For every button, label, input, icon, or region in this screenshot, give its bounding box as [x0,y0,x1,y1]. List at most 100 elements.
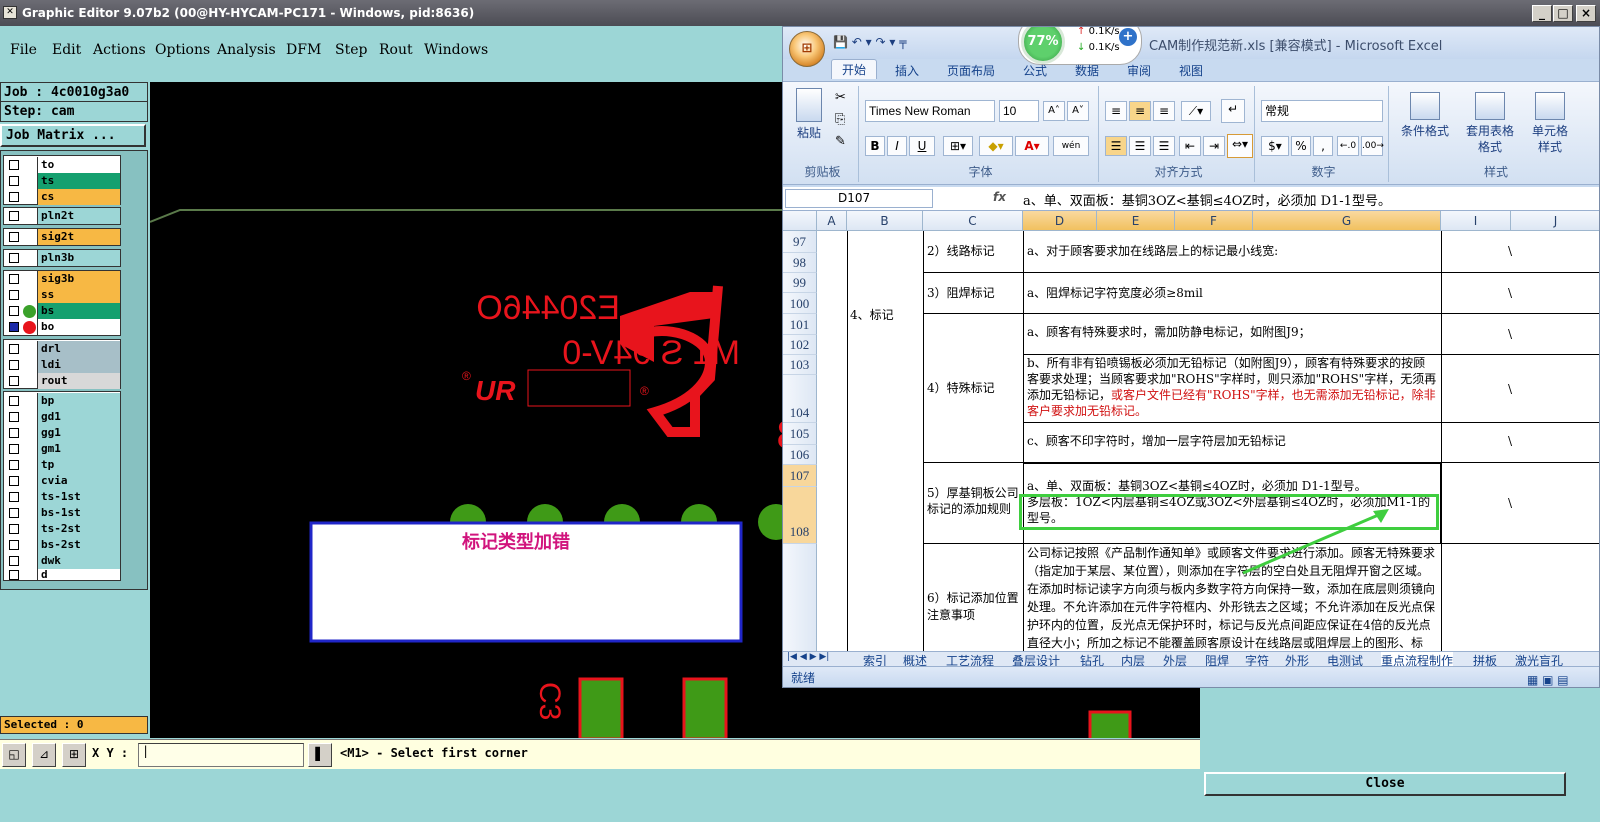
layer-row[interactable]: bo [4,319,120,335]
comma-button[interactable]: , [1313,136,1333,156]
layer-name[interactable]: bs-2st [37,537,120,553]
column-header[interactable]: F [1175,211,1253,231]
grow-font-button[interactable]: A˄ [1043,101,1065,121]
layer-checkbox[interactable] [9,376,19,386]
align-left-button[interactable]: ☰ [1105,136,1127,156]
cell-i107[interactable]: \ [1441,463,1599,544]
menu-step[interactable]: Step [335,42,367,58]
cell-i101[interactable]: \ [1441,314,1599,355]
row-header[interactable]: 105 [783,423,817,445]
align-middle-button[interactable]: ≡ [1129,101,1151,121]
sheet-tab[interactable]: 索引 [863,652,887,666]
layer-checkbox[interactable] [9,290,19,300]
customize-qat-icon[interactable]: ╤ [899,35,906,49]
layer-name[interactable]: bs [37,303,120,319]
orientation-button[interactable]: ⟋▾ [1181,101,1211,121]
row-header[interactable]: 100 [783,293,817,314]
layer-name[interactable]: ts-1st [37,489,120,505]
cell-d97[interactable]: a、对于顾客要求加在线路层上的标记最小线宽: [1023,231,1441,273]
underline-button[interactable]: U [909,136,935,156]
menu-file[interactable]: File [10,42,37,58]
conditional-format-button[interactable]: 条件格式 [1395,92,1455,139]
layer-checkbox[interactable] [9,428,19,438]
spreadsheet-grid[interactable]: A B C D E F G I J 97 98 99 100 101 102 1… [783,211,1599,651]
layer-row[interactable]: cvia [4,473,120,489]
maximize-button[interactable]: □ [1553,5,1573,22]
view-buttons-icon[interactable]: ▦ ▣ ▤ [1527,669,1569,687]
paste-button[interactable]: 粘贴 [791,88,827,141]
layer-row[interactable]: gm1 [4,441,120,457]
sheet-tab-active[interactable]: 重点流程制作 [1381,652,1454,666]
menu-analysis[interactable]: Analysis [217,42,276,58]
tab-formulas[interactable]: 公式 [1023,62,1047,79]
layer-checkbox[interactable] [9,412,19,422]
layer-row[interactable]: rout [4,373,120,389]
align-center-button[interactable]: ☰ [1129,136,1151,156]
layer-checkbox[interactable] [9,176,19,186]
sheet-tab[interactable]: 叠层设计 [1012,652,1060,666]
menu-actions[interactable]: Actions [93,42,146,58]
xy-input[interactable]: | [138,743,304,767]
column-header[interactable]: C [923,211,1023,231]
row-header[interactable]: 108 [783,487,817,544]
row-header[interactable]: 104 [783,375,817,423]
layer-row[interactable]: ts-2st [4,521,120,537]
layer-checkbox[interactable] [9,322,19,332]
tab-home[interactable]: 开始 [831,59,878,79]
row-header[interactable]: 97 [783,231,817,253]
menu-windows[interactable]: Windows [424,42,488,58]
layer-row[interactable]: cs [4,189,120,205]
layer-name[interactable]: bp [37,393,120,409]
cell-d105[interactable]: c、顾客不印字符时，增加一层字符层加无铅标记 [1023,423,1441,463]
close-button[interactable]: Close [1204,772,1566,796]
sheet-tab[interactable]: 内层 [1121,652,1145,666]
layer-checkbox[interactable] [9,508,19,518]
formula-input[interactable]: a、单、双面板：基铜3OZ<基铜≤4OZ时，必须加 D1-1型号。 [1023,190,1391,209]
cell-c-special-mark[interactable]: 4）特殊标记 [923,314,1023,463]
column-header[interactable]: B [847,211,923,231]
layer-row[interactable]: sig3b [4,271,120,287]
sheet-tab[interactable]: 钻孔 [1080,652,1104,666]
layer-checkbox[interactable] [9,570,19,580]
row-header[interactable]: 103 [783,355,817,375]
row-header[interactable] [783,544,817,651]
layer-row[interactable]: bs [4,303,120,319]
row-header[interactable]: 102 [783,335,817,355]
layer-checkbox[interactable] [9,253,19,263]
layer-checkbox[interactable] [9,476,19,486]
layer-name[interactable]: pln2t [37,208,120,224]
layer-checkbox[interactable] [9,460,19,470]
layer-row[interactable]: bs-1st [4,505,120,521]
cell-c-line-mark[interactable]: 2）线路标记 [923,231,1023,273]
column-header[interactable]: E [1097,211,1175,231]
layer-checkbox[interactable] [9,160,19,170]
layer-name[interactable]: ts-2st [37,521,120,537]
grid-tool-icon[interactable]: ⊞ [62,743,86,767]
layer-name[interactable]: ts [37,173,120,189]
job-matrix-button[interactable]: Job Matrix ... [0,124,146,147]
number-format-combo[interactable]: 常规 [1261,100,1383,122]
row-header[interactable]: 98 [783,253,817,273]
layer-checkbox[interactable] [9,360,19,370]
layer-row[interactable]: d [4,569,120,581]
layer-name[interactable]: drl [37,341,120,357]
font-color-button[interactable]: A▾ [1015,136,1049,156]
layer-name[interactable]: rout [37,373,120,389]
layer-row[interactable]: sig2t [4,229,120,245]
column-header[interactable]: D [1023,211,1097,231]
layer-name[interactable]: ss [37,287,120,303]
tab-review[interactable]: 审阅 [1127,62,1151,79]
layer-checkbox[interactable] [9,344,19,354]
align-top-button[interactable]: ≡ [1105,101,1127,121]
layer-name[interactable]: dwk [37,553,120,569]
sheet-tab[interactable]: 拼板 [1473,652,1497,666]
layer-name[interactable]: d [37,569,120,581]
tab-view[interactable]: 视图 [1179,62,1203,79]
layer-row[interactable]: bp [4,393,120,409]
layer-checkbox[interactable] [9,556,19,566]
column-header[interactable]: G [1253,211,1441,231]
save-icon[interactable]: 💾 [833,35,848,49]
copy-icon[interactable]: ⎘ [835,112,845,127]
layer-name[interactable]: bs-1st [37,505,120,521]
layer-checkbox[interactable] [9,232,19,242]
